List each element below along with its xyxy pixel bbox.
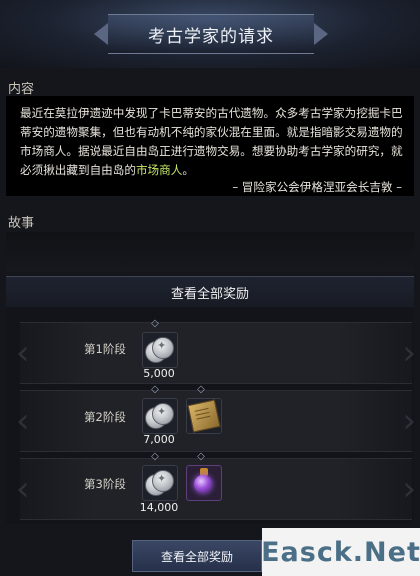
reward-slot-silver[interactable]	[142, 465, 178, 501]
reward-amount: 7,000	[143, 433, 175, 446]
right-ornament-icon: ›	[402, 333, 416, 373]
view-all-rewards-button[interactable]: 查看全部奖励	[132, 540, 262, 572]
rewards-header: 查看全部奖励	[6, 276, 414, 307]
chevron-icon: ◇	[151, 451, 159, 462]
content-body: 最近在莫拉伊遗迹中发现了卡巴蒂安的古代遗物。众多考古学家为挖掘卡巴蒂安的遗物聚集…	[20, 106, 403, 177]
left-ornament-icon: ‹	[16, 469, 30, 509]
reward-slot-orb[interactable]	[186, 465, 222, 501]
silver-coin-icon	[145, 335, 174, 363]
quest-title: 考古学家的请求	[148, 26, 274, 47]
stage-row-1: ‹ ›	[16, 322, 416, 384]
treasure-map-icon	[187, 399, 221, 433]
reward-amount: 14,000	[139, 501, 179, 514]
chevron-icon: ◇	[151, 384, 159, 395]
left-ornament-icon: ‹	[16, 401, 30, 441]
story-label: 故事	[8, 216, 35, 231]
left-ornament-icon: ‹	[16, 333, 30, 373]
story-box	[6, 232, 414, 272]
title-bar: 考古学家的请求	[0, 0, 420, 68]
watermark: Easck.Net	[261, 528, 420, 576]
signature: – 冒险家公会伊格涅亚会长吉敦 –	[232, 180, 402, 194]
stage-label: 第1阶段	[84, 342, 126, 356]
title-frame: 考古学家的请求	[94, 14, 328, 54]
reward-slot-silver[interactable]	[142, 332, 178, 368]
purple-orb-icon	[194, 475, 212, 493]
stage-label: 第2阶段	[84, 410, 126, 424]
right-ornament-icon: ›	[402, 469, 416, 509]
content-end: 。	[182, 163, 194, 177]
reward-slot-map[interactable]	[186, 398, 222, 434]
rewards-header-label: 查看全部奖励	[170, 286, 249, 302]
chevron-icon: ◇	[197, 384, 205, 395]
reward-slot-silver[interactable]	[142, 398, 178, 434]
right-ornament-icon: ›	[402, 401, 416, 441]
chevron-icon: ◇	[197, 451, 205, 462]
content-text: 最近在莫拉伊遗迹中发现了卡巴蒂安的古代遗物。众多考古学家为挖掘卡巴蒂安的遗物聚集…	[20, 104, 404, 180]
stage-label: 第3阶段	[84, 477, 126, 491]
silver-coin-icon	[145, 468, 174, 496]
reward-amount: 5,000	[143, 367, 175, 380]
content-label: 内容	[8, 82, 35, 97]
silver-coin-icon	[145, 401, 174, 429]
highlight-keyword[interactable]: 市场商人	[136, 163, 182, 177]
chevron-icon: ◇	[151, 318, 159, 329]
rewards-panel: ‹ › 第1阶段 ◇ 5,000 ‹ › 第2阶段 ◇ ◇ 7,000 ‹ › …	[6, 308, 416, 524]
